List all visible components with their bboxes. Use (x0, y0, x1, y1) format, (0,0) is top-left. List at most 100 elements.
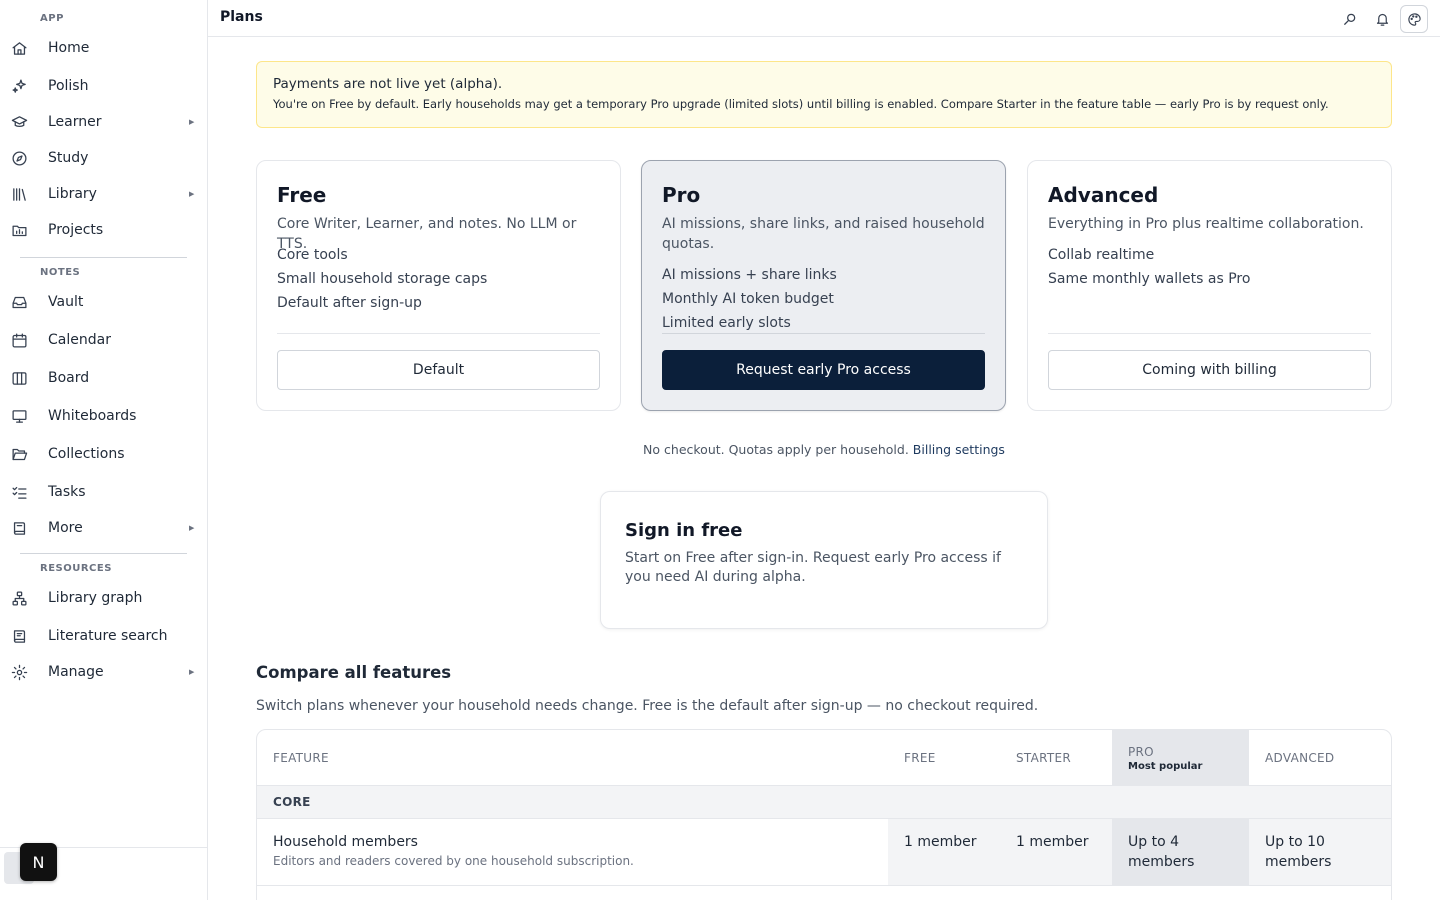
plan-feature: Default after sign-up (277, 295, 422, 311)
sidebar-item-label: More (48, 520, 83, 536)
library-icon (13, 188, 26, 201)
billing-settings-link[interactable]: Billing settings (913, 442, 1005, 457)
calendar-icon (12, 333, 27, 348)
sidebar-item-home[interactable]: Home (0, 31, 208, 65)
workspace-badge[interactable]: N (20, 843, 57, 881)
plan-features: Core tools Small household storage caps … (277, 243, 602, 315)
plan-features: AI missions + share links Monthly AI tok… (662, 263, 987, 335)
feature-table: FEATURE FREE STARTER PRO Most popular AD… (256, 729, 1392, 900)
most-popular-badge: Most popular (1128, 760, 1203, 772)
coming-with-billing-button[interactable]: Coming with billing (1048, 350, 1371, 390)
column-header-feature: FEATURE (273, 751, 329, 765)
plan-feature: Core tools (277, 247, 348, 263)
section-label-resources: RESOURCES (40, 563, 112, 574)
banner-title: Payments are not live yet (alpha). (273, 76, 503, 92)
banner-text: You're on Free by default. Early househo… (273, 97, 1329, 111)
sign-in-title: Sign in free (625, 520, 743, 541)
network-icon (12, 591, 27, 606)
table-cell-pro: Up to 4 members (1112, 819, 1249, 885)
plan-description: AI missions, share links, and raised hou… (662, 216, 985, 252)
chevron-right-icon: ▶ (189, 524, 195, 532)
sidebar-item-whiteboards[interactable]: Whiteboards (0, 399, 208, 433)
sidebar-item-calendar[interactable]: Calendar (0, 323, 208, 357)
search-button[interactable] (1336, 5, 1364, 33)
sidebar-item-label: Manage (48, 664, 104, 680)
plan-name: Advanced (1048, 183, 1159, 207)
default-plan-button[interactable]: Default (277, 350, 600, 390)
checklist-icon (12, 486, 27, 499)
request-pro-access-button[interactable]: Request early Pro access (662, 350, 985, 390)
chevron-right-icon: ▶ (189, 118, 195, 126)
folder-chart-icon (12, 225, 27, 237)
theme-button[interactable] (1400, 5, 1428, 33)
plan-features: Collab realtime Same monthly wallets as … (1048, 243, 1373, 291)
table-header: FEATURE FREE STARTER PRO Most popular AD… (257, 730, 1391, 786)
home-icon (12, 42, 27, 55)
plan-feature: Monthly AI token budget (662, 291, 834, 307)
sidebar-item-vault[interactable]: Vault (0, 285, 208, 319)
column-header-pro: PRO Most popular (1112, 730, 1249, 786)
sidebar-item-label: Projects (48, 222, 104, 238)
sidebar-item-tasks[interactable]: Tasks (0, 475, 208, 509)
sidebar-item-label: Study (48, 150, 89, 166)
sidebar-item-polish[interactable]: Polish (0, 69, 208, 103)
plan-name: Free (277, 183, 327, 207)
inbox-icon (12, 296, 27, 309)
sign-in-text: Start on Free after sign-in. Request ear… (625, 550, 1001, 585)
plan-name: Pro (662, 183, 701, 207)
column-header-free: FREE (904, 751, 936, 765)
sidebar-item-label: Collections (48, 446, 125, 462)
sidebar-item-literature-search[interactable]: Literature search (0, 619, 208, 653)
palette-icon (1407, 12, 1421, 26)
notifications-button[interactable] (1368, 5, 1396, 33)
sidebar-item-library-graph[interactable]: Library graph (0, 581, 208, 615)
sidebar-item-label: Vault (48, 294, 84, 310)
table-cell-starter: 1 member (1000, 819, 1112, 885)
sidebar-item-board[interactable]: Board (0, 361, 208, 395)
sidebar-item-label: Tasks (48, 484, 86, 500)
sidebar-item-label: Home (48, 40, 90, 56)
table-cell-free: 1 member (888, 819, 1000, 885)
checkout-note-text: No checkout. Quotas apply per household. (643, 442, 909, 457)
sidebar-item-label: Board (48, 370, 90, 386)
sidebar-item-label: Whiteboards (48, 408, 137, 424)
divider (1048, 333, 1371, 334)
folder-open-icon (12, 448, 28, 461)
book-open-icon (13, 630, 26, 643)
plan-feature: Small household storage caps (277, 271, 488, 287)
feature-name: Household members (273, 834, 418, 850)
sidebar: APP Home Polish Learner ▶ Study Library … (0, 0, 208, 900)
plan-card-advanced: Advanced Everything in Pro plus realtime… (1027, 160, 1392, 411)
bell-icon (1376, 13, 1388, 26)
plan-card-pro: Pro AI missions, share links, and raised… (641, 160, 1006, 411)
sidebar-item-projects[interactable]: Projects (0, 213, 208, 247)
sidebar-item-manage[interactable]: Manage ▶ (0, 655, 208, 689)
table-group-core: CORE (257, 786, 1391, 819)
table-cell-advanced: Up to 10 members (1249, 819, 1391, 885)
divider (20, 257, 187, 258)
columns-icon (12, 372, 27, 385)
sign-in-card: Sign in free Start on Free after sign-in… (600, 491, 1048, 629)
sidebar-item-label: Literature search (48, 628, 168, 644)
sidebar-item-learner[interactable]: Learner ▶ (0, 105, 208, 139)
sparkles-icon (12, 79, 26, 93)
sidebar-item-more[interactable]: More ▶ (0, 511, 208, 545)
sidebar-item-collections[interactable]: Collections (0, 437, 208, 471)
feature-description: Editors and readers covered by one house… (273, 854, 634, 868)
plan-card-free: Free Core Writer, Learner, and notes. No… (256, 160, 621, 411)
compare-title: Compare all features (256, 663, 452, 682)
plan-feature: Collab realtime (1048, 247, 1155, 263)
sidebar-item-label: Library (48, 186, 97, 202)
compare-subtitle: Switch plans whenever your household nee… (256, 698, 1039, 714)
search-icon (1344, 13, 1356, 25)
page-title: Plans (220, 9, 263, 25)
compass-icon (12, 151, 27, 166)
plan-feature: Same monthly wallets as Pro (1048, 271, 1251, 287)
row-divider (257, 885, 1391, 886)
sidebar-item-study[interactable]: Study (0, 141, 208, 175)
column-header-pro-label: PRO (1128, 744, 1154, 759)
divider (662, 333, 985, 334)
divider (20, 553, 187, 554)
column-header-starter: STARTER (1016, 751, 1072, 765)
sidebar-item-library[interactable]: Library ▶ (0, 177, 208, 211)
